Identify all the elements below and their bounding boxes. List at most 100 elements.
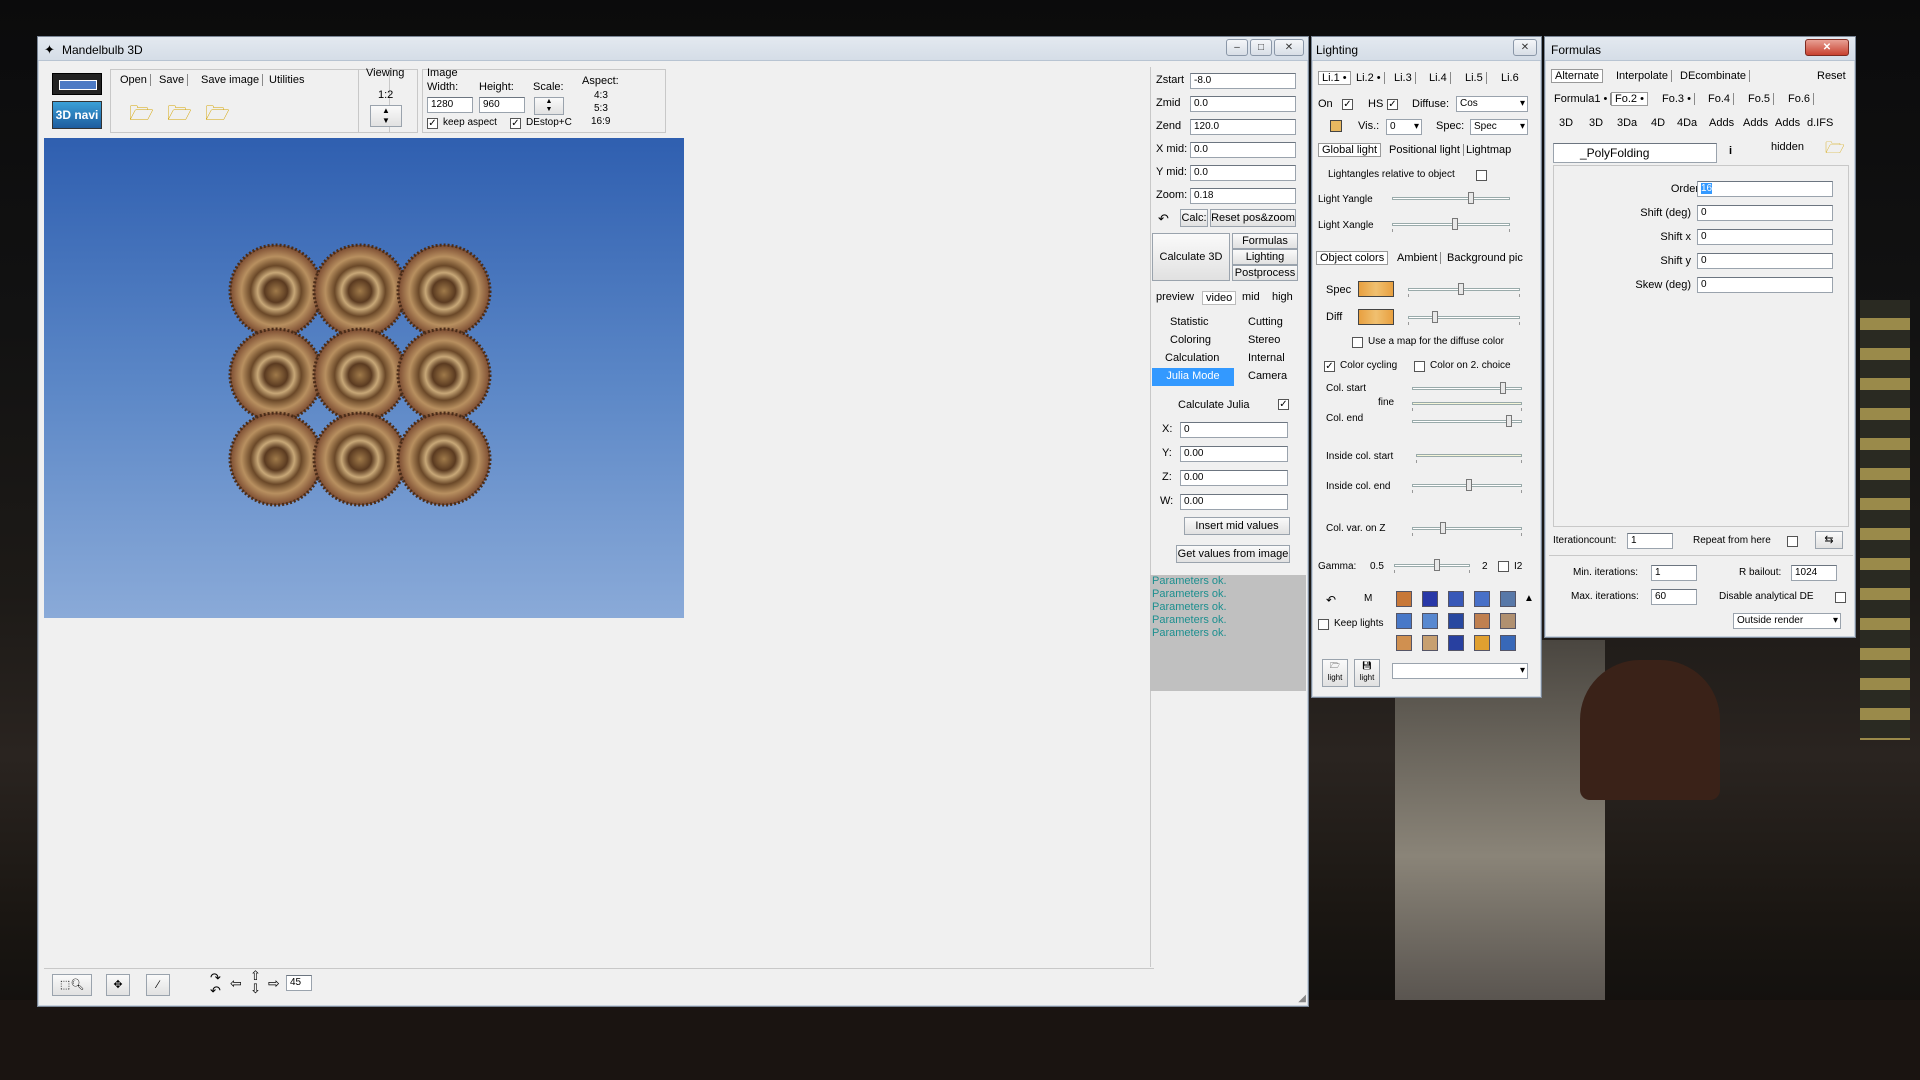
calc-button[interactable]: Calc: [1180, 209, 1208, 227]
rendered-image[interactable] [44, 138, 684, 618]
diff-slider[interactable] [1408, 311, 1520, 325]
tab-object-colors[interactable]: Object colors [1316, 251, 1389, 265]
max-iterations-input[interactable]: 60 [1651, 589, 1697, 605]
light-color-swatch[interactable] [1330, 120, 1342, 132]
calculate-3d-button[interactable]: Calculate 3D [1152, 233, 1230, 281]
arrow-right-icon[interactable]: ⇨ [268, 975, 280, 992]
hidden-label[interactable]: hidden [1771, 141, 1804, 153]
light-preset-thumb[interactable] [1422, 635, 1438, 651]
type-3d[interactable]: 3D [1589, 117, 1603, 129]
scroll-up-icon[interactable]: ▲ [1524, 593, 1534, 604]
hs-checkbox[interactable]: ✓ [1387, 99, 1398, 110]
diffuse-select[interactable]: Cos [1456, 96, 1528, 112]
tab-ambient[interactable]: Ambient [1394, 252, 1442, 264]
light-preset-select[interactable] [1392, 663, 1528, 679]
light-tab-2[interactable]: Li.2 • [1353, 72, 1385, 84]
insert-mid-values-button[interactable]: Insert mid values [1184, 517, 1290, 535]
zmid-input[interactable]: 0.0 [1190, 96, 1296, 112]
light-tab-5[interactable]: Li.5 [1462, 72, 1487, 84]
tab-background-pic[interactable]: Background pic [1444, 252, 1526, 264]
move-tool[interactable]: ✥ [106, 974, 130, 996]
maximize-button[interactable]: □ [1250, 39, 1272, 56]
navi-3d-button[interactable]: 3D navi [52, 101, 102, 129]
type-3da[interactable]: 3Da [1617, 117, 1637, 129]
formula-name-field[interactable]: _PolyFolding [1553, 143, 1717, 163]
tab-stereo[interactable]: Stereo [1248, 334, 1280, 346]
render-mode-select[interactable]: Outside render [1733, 613, 1841, 629]
formulas-button[interactable]: Formulas [1232, 233, 1298, 249]
tab-cutting[interactable]: Cutting [1248, 316, 1283, 328]
reset-button[interactable]: Reset [1817, 70, 1846, 82]
zoom-input[interactable]: 0.18 [1190, 188, 1296, 204]
light-xangle-slider[interactable] [1392, 218, 1510, 232]
julia-z-input[interactable]: 0.00 [1180, 470, 1288, 486]
formula-tab-2[interactable]: Fo.2 • [1611, 92, 1648, 106]
i2-checkbox[interactable] [1498, 561, 1509, 572]
menu-utilities[interactable]: Utilities [266, 74, 307, 86]
vis-select[interactable]: 0 [1386, 119, 1422, 135]
open-text-folder-icon[interactable]: 🗁 [205, 99, 230, 133]
tab-calculation[interactable]: Calculation [1165, 352, 1219, 364]
gamma-slider[interactable] [1394, 559, 1470, 573]
julia-x-input[interactable]: 0 [1180, 422, 1288, 438]
viewing-spinner[interactable]: ▲ ▼ [370, 105, 402, 127]
tab-global-light[interactable]: Global light [1318, 143, 1382, 157]
filmstrip-icon[interactable] [52, 73, 102, 95]
light-preset-thumb[interactable] [1474, 635, 1490, 651]
light-tab-6[interactable]: Li.6 [1498, 72, 1522, 84]
color-on-2-checkbox[interactable] [1414, 361, 1425, 372]
julia-w-input[interactable]: 0.00 [1180, 494, 1288, 510]
light-preset-thumb[interactable] [1396, 613, 1412, 629]
iterationcount-input[interactable]: 1 [1627, 533, 1673, 549]
light-preset-thumb[interactable] [1448, 591, 1464, 607]
resize-grip-icon[interactable]: ◢ [1298, 993, 1306, 1004]
arrow-left-icon[interactable]: ⇦ [230, 975, 242, 992]
light-preset-thumb[interactable] [1500, 613, 1516, 629]
lighting-close-button[interactable]: ✕ [1513, 39, 1537, 56]
inside-col-start-slider[interactable] [1416, 449, 1522, 463]
col-start-slider[interactable] [1412, 382, 1522, 396]
light-preset-thumb[interactable] [1448, 613, 1464, 629]
open-image-folder-icon[interactable]: 🗁 [167, 99, 192, 133]
spec-color-swatch[interactable] [1358, 281, 1394, 297]
formula-swap-button[interactable]: ⇆ [1815, 531, 1843, 549]
aspect-16-9[interactable]: 16:9 [591, 116, 610, 127]
min-iterations-input[interactable]: 1 [1651, 565, 1697, 581]
param-order-input[interactable]: 16 [1697, 181, 1833, 197]
param-shift-deg-input[interactable]: 0 [1697, 205, 1833, 221]
inside-col-end-slider[interactable] [1412, 479, 1522, 493]
light-preset-thumb[interactable] [1474, 613, 1490, 629]
formula-tab-6[interactable]: Fo.6 [1785, 93, 1815, 105]
postprocess-button[interactable]: Postprocess [1232, 265, 1298, 281]
tab-decombinate[interactable]: DEcombinate [1677, 70, 1751, 82]
formula-tab-1[interactable]: Formula1 • [1551, 93, 1612, 105]
light-tab-3[interactable]: Li.3 [1391, 72, 1416, 84]
width-input[interactable]: 1280 [427, 97, 473, 113]
quality-video[interactable]: video [1202, 291, 1237, 305]
aspect-4-3[interactable]: 4:3 [594, 90, 608, 101]
use-map-checkbox[interactable] [1352, 337, 1363, 348]
repeat-from-here-checkbox[interactable] [1787, 536, 1798, 547]
light-preset-thumb[interactable] [1474, 591, 1490, 607]
get-values-from-image-button[interactable]: Get values from image [1176, 545, 1290, 563]
menu-open[interactable]: Open [117, 74, 151, 86]
formula-tab-3[interactable]: Fo.3 • [1659, 93, 1695, 105]
open-folder-icon[interactable]: 🗁 [129, 99, 154, 133]
col-var-z-slider[interactable] [1412, 522, 1522, 536]
close-button[interactable]: ✕ [1274, 39, 1304, 56]
undo-icon[interactable]: ↶ [1158, 211, 1169, 227]
light-preset-thumb[interactable] [1448, 635, 1464, 651]
julia-y-input[interactable]: 0.00 [1180, 446, 1288, 462]
keep-aspect-checkbox[interactable]: ✓ [427, 118, 438, 129]
reset-pos-zoom-button[interactable]: Reset pos&zoom [1210, 209, 1296, 227]
draw-tool[interactable]: ∕ [146, 974, 170, 996]
formula-info-button[interactable]: i [1729, 145, 1732, 157]
xmid-input[interactable]: 0.0 [1190, 142, 1296, 158]
light-yangle-slider[interactable] [1392, 192, 1510, 206]
arrow-updown-icon[interactable]: ⇧ ⇩ [250, 969, 261, 995]
tab-coloring[interactable]: Coloring [1170, 334, 1211, 346]
height-input[interactable]: 960 [479, 97, 525, 113]
zstart-input[interactable]: -8.0 [1190, 73, 1296, 89]
tab-statistic[interactable]: Statistic [1170, 316, 1209, 328]
calculate-julia-checkbox[interactable]: ✓ [1278, 399, 1289, 410]
